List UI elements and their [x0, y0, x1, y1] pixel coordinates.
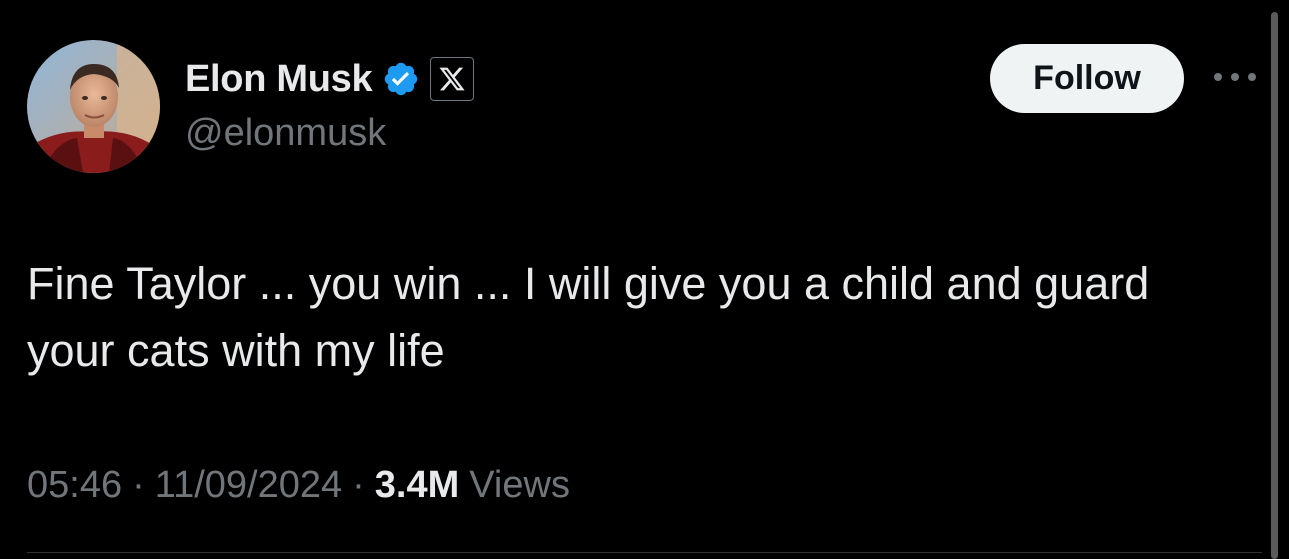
verified-badge-icon: [382, 60, 420, 98]
tweet-date[interactable]: 11/09/2024: [155, 464, 342, 507]
avatar-image: [27, 40, 160, 173]
tweet-time[interactable]: 05:46: [27, 464, 122, 507]
tweet-card: Elon Musk @elonmusk Follow Fine Taylor .…: [0, 0, 1289, 559]
meta-separator: ·: [352, 464, 365, 506]
scrollbar[interactable]: [1271, 12, 1278, 559]
tweet-metadata: 05:46 · 11/09/2024 · 3.4M Views: [27, 464, 570, 507]
author-display-name[interactable]: Elon Musk: [185, 58, 373, 101]
views-label: Views: [469, 464, 570, 506]
follow-button[interactable]: Follow: [990, 44, 1184, 113]
meta-separator: ·: [132, 464, 145, 506]
author-name-row: Elon Musk: [185, 56, 475, 102]
divider: [27, 552, 1262, 553]
more-options-icon[interactable]: [1210, 62, 1260, 92]
author-handle[interactable]: @elonmusk: [185, 112, 386, 155]
avatar[interactable]: [27, 40, 160, 173]
tweet-text: Fine Taylor ... you win ... I will give …: [27, 258, 1150, 376]
views-count[interactable]: 3.4M: [375, 464, 459, 507]
x-logo-icon[interactable]: [430, 57, 475, 101]
